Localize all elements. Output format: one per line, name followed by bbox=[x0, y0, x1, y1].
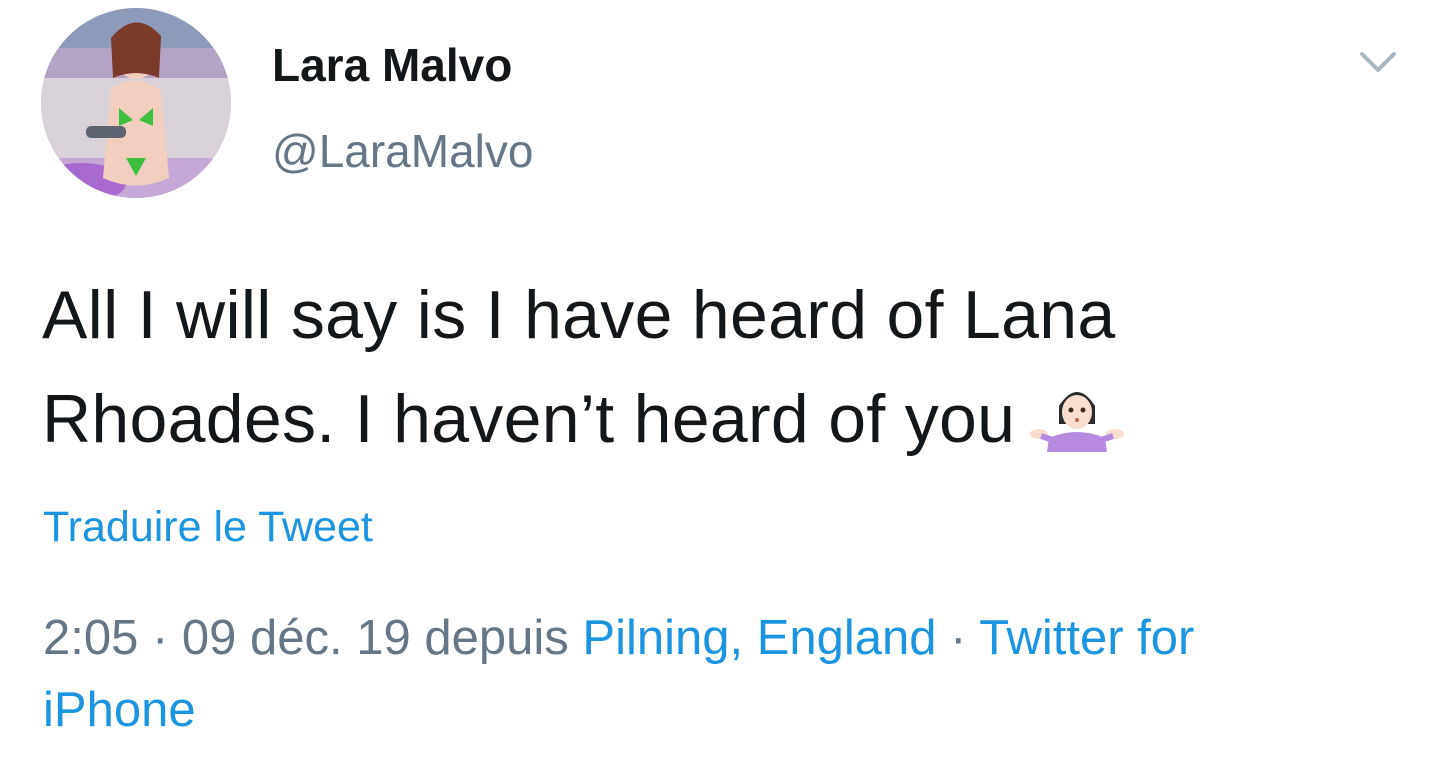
woman-shrugging-emoji-icon bbox=[1029, 376, 1125, 452]
meta-separator: · bbox=[936, 611, 980, 665]
meta-row: iPhone bbox=[43, 674, 1383, 746]
display-name[interactable]: Lara Malvo bbox=[272, 38, 512, 92]
user-handle[interactable]: @LaraMalvo bbox=[272, 124, 533, 178]
tweet-text: All I will say is I have heard of Lana R… bbox=[42, 263, 1362, 471]
avatar-photo bbox=[41, 8, 231, 198]
tweet-text-line: All I will say is I have heard of Lana bbox=[42, 277, 1116, 353]
tweet-text-line: Rhoades. I haven’t heard of you bbox=[42, 367, 1362, 471]
tweet-meta: 2:05 · 09 déc. 19 depuis Pilning, Englan… bbox=[43, 602, 1383, 746]
source-link[interactable]: Twitter for bbox=[979, 611, 1194, 665]
tweet-text-line-content: Rhoades. I haven’t heard of you bbox=[42, 381, 1016, 457]
location-link[interactable]: Pilning, England bbox=[582, 611, 936, 665]
meta-from-word: depuis bbox=[410, 611, 583, 665]
source-link-continued[interactable]: iPhone bbox=[43, 683, 196, 737]
translate-tweet-link[interactable]: Traduire le Tweet bbox=[43, 501, 373, 553]
tweet-date[interactable]: 09 déc. 19 bbox=[182, 611, 411, 665]
meta-row: 2:05 · 09 déc. 19 depuis Pilning, Englan… bbox=[43, 602, 1383, 674]
tweet-time[interactable]: 2:05 bbox=[43, 611, 138, 665]
chevron-down-icon[interactable] bbox=[1356, 44, 1400, 80]
avatar[interactable] bbox=[41, 8, 231, 198]
meta-separator: · bbox=[138, 611, 182, 665]
